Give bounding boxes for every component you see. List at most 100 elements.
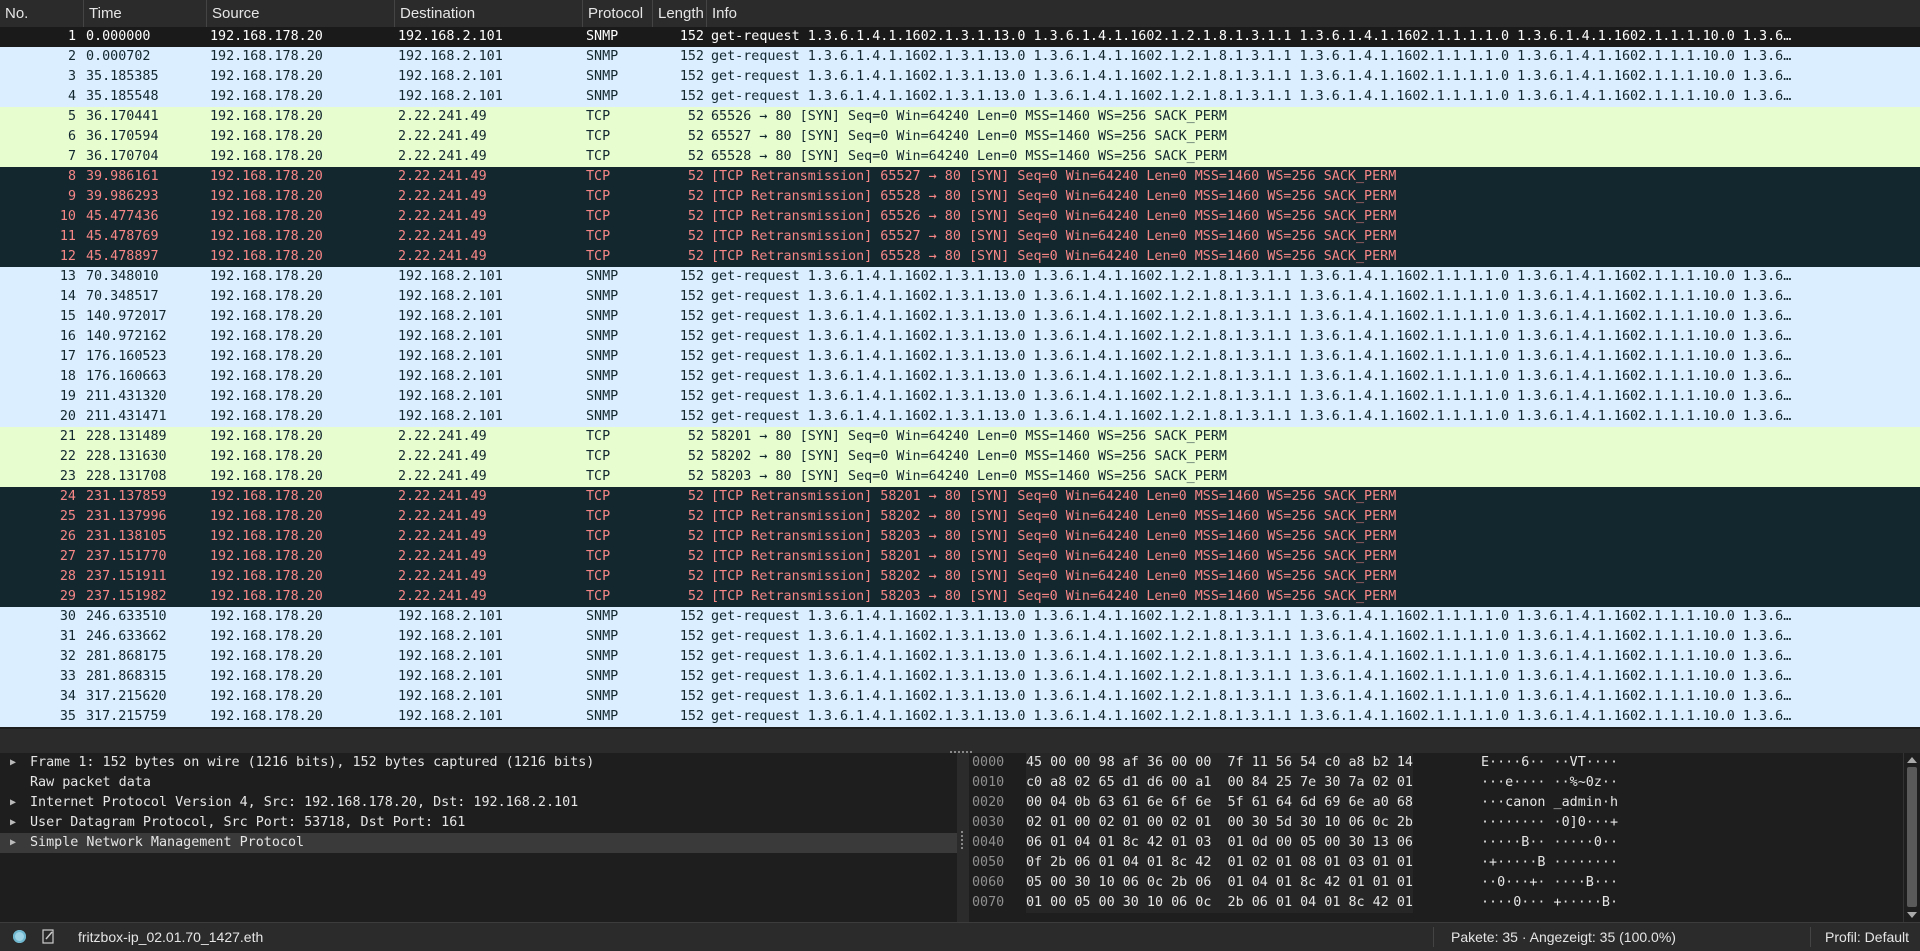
packet-row[interactable]: 20 211.431471 192.168.178.20 192.168.2.101 S…: [0, 407, 1920, 427]
packet-bytes-pane[interactable]: 0000 45 00 00 98 af 36 00 00 7f 11 56 54 …: [969, 753, 1903, 922]
packet-row[interactable]: 31 246.633662 192.168.178.20 192.168.2.101 S…: [0, 627, 1920, 647]
hex-line[interactable]: 0000 45 00 00 98 af 36 00 00 7f 11 56 54 …: [969, 753, 1903, 773]
hex-line[interactable]: 0060 05 00 30 10 06 0c 2b 06 01 04 01 8c …: [969, 873, 1903, 893]
detail-tree-item[interactable]: ▶ Frame 1: 152 bytes on wire (1216 bits),…: [0, 753, 957, 773]
packet-row[interactable]: 35 317.215759 192.168.178.20 192.168.2.101 S…: [0, 707, 1920, 727]
hex-bytes: 00 04 0b 63 61 6e 6f 6e 5f 61 64 6d 69 6…: [1026, 793, 1413, 813]
hex-line[interactable]: 0070 01 00 05 00 30 10 06 0c 2b 06 01 04 …: [969, 893, 1903, 913]
cell-info: get-request 1.3.6.1.4.1.1602.1.3.1.13.0 …: [711, 269, 1792, 284]
packet-row[interactable]: 5 36.170441 192.168.178.20 2.22.241.49 TCP 52…: [0, 107, 1920, 127]
detail-tree-item[interactable]: ▶ User Datagram Protocol, Src Port: 53718…: [0, 813, 957, 833]
column-header-destination[interactable]: Destination: [395, 0, 583, 27]
packet-row[interactable]: 28 237.151911 192.168.178.20 2.22.241.49 TCP…: [0, 567, 1920, 587]
pane-splitter-horizontal[interactable]: [0, 729, 1920, 753]
packet-row[interactable]: 19 211.431320 192.168.178.20 192.168.2.101 S…: [0, 387, 1920, 407]
packet-row[interactable]: 34 317.215620 192.168.178.20 192.168.2.101 S…: [0, 687, 1920, 707]
cell-no: 21: [59, 429, 76, 444]
scroll-up-arrow-icon[interactable]: [1907, 757, 1917, 763]
packet-row[interactable]: 29 237.151982 192.168.178.20 2.22.241.49 TCP…: [0, 587, 1920, 607]
cell-source: 192.168.178.20: [210, 609, 323, 624]
packet-row[interactable]: 14 70.348517 192.168.178.20 192.168.2.101 SN…: [0, 287, 1920, 307]
cell-time: 0.000702: [86, 49, 151, 64]
cell-protocol: TCP: [586, 549, 611, 564]
packet-row[interactable]: 32 281.868175 192.168.178.20 192.168.2.101 S…: [0, 647, 1920, 667]
expand-arrow-icon[interactable]: ▶: [10, 813, 20, 833]
expand-arrow-icon[interactable]: ▶: [10, 833, 20, 853]
hex-ascii: ········ ·0]0···+: [1481, 815, 1619, 830]
packet-row[interactable]: 27 237.151770 192.168.178.20 2.22.241.49 TCP…: [0, 547, 1920, 567]
scroll-down-arrow-icon[interactable]: [1907, 912, 1917, 918]
cell-time: 140.972017: [86, 309, 167, 324]
hex-line[interactable]: 0040 06 01 04 01 8c 42 01 03 01 0d 00 05 …: [969, 833, 1903, 853]
cell-length: 152: [679, 89, 704, 104]
packet-row[interactable]: 11 45.478769 192.168.178.20 2.22.241.49 TCP 5…: [0, 227, 1920, 247]
packet-list[interactable]: No. Time Source Destination Protocol Len…: [0, 0, 1920, 729]
status-divider: [1810, 927, 1811, 947]
hex-line[interactable]: 0010 c0 a8 02 65 d1 d6 00 a1 00 84 25 7e …: [969, 773, 1903, 793]
packet-row[interactable]: 25 231.137996 192.168.178.20 2.22.241.49 TCP…: [0, 507, 1920, 527]
cell-source: 192.168.178.20: [210, 289, 323, 304]
cell-info: [TCP Retransmission] 58201 → 80 [SYN] Se…: [711, 489, 1397, 504]
cell-protocol: TCP: [586, 209, 611, 224]
hex-line[interactable]: 0020 00 04 0b 63 61 6e 6f 6e 5f 61 64 6d …: [969, 793, 1903, 813]
packet-row[interactable]: 18 176.160663 192.168.178.20 192.168.2.101 S…: [0, 367, 1920, 387]
bytes-scrollbar[interactable]: [1903, 753, 1920, 922]
cell-length: 52: [687, 189, 704, 204]
cell-protocol: TCP: [586, 589, 611, 604]
capture-status-icon[interactable]: [13, 930, 26, 943]
cell-destination: 192.168.2.101: [398, 689, 503, 704]
packet-row[interactable]: 16 140.972162 192.168.178.20 192.168.2.101 S…: [0, 327, 1920, 347]
packet-row[interactable]: 4 35.185548 192.168.178.20 192.168.2.101 SNM…: [0, 87, 1920, 107]
packet-details-pane[interactable]: ▶ Frame 1: 152 bytes on wire (1216 bits),…: [0, 753, 957, 922]
column-header-length[interactable]: Length: [653, 0, 707, 27]
cell-protocol: SNMP: [586, 69, 619, 84]
hex-line[interactable]: 0050 0f 2b 06 01 04 01 8c 42 01 02 01 08 …: [969, 853, 1903, 873]
hex-offset: 0070: [972, 895, 1005, 910]
expand-arrow-icon[interactable]: ▶: [10, 753, 20, 773]
cell-time: 228.131708: [86, 469, 167, 484]
packet-row[interactable]: 7 36.170704 192.168.178.20 2.22.241.49 TCP 52…: [0, 147, 1920, 167]
expand-arrow-icon[interactable]: ▶: [10, 793, 20, 813]
column-header-protocol[interactable]: Protocol: [583, 0, 653, 27]
packet-row[interactable]: 9 39.986293 192.168.178.20 2.22.241.49 TCP 52…: [0, 187, 1920, 207]
packet-row[interactable]: 15 140.972017 192.168.178.20 192.168.2.101 S…: [0, 307, 1920, 327]
detail-tree-item[interactable]: Raw packet data: [0, 773, 957, 793]
cell-protocol: TCP: [586, 429, 611, 444]
column-header-source[interactable]: Source: [207, 0, 395, 27]
pane-splitter-vertical[interactable]: [957, 753, 969, 922]
cell-length: 152: [679, 409, 704, 424]
column-header-no[interactable]: No.: [0, 0, 84, 27]
column-header-info[interactable]: Info: [707, 0, 1920, 27]
packet-row[interactable]: 21 228.131489 192.168.178.20 2.22.241.49 TCP…: [0, 427, 1920, 447]
column-header-time[interactable]: Time: [84, 0, 207, 27]
packet-row[interactable]: 10 45.477436 192.168.178.20 2.22.241.49 TCP 5…: [0, 207, 1920, 227]
packet-row[interactable]: 26 231.138105 192.168.178.20 2.22.241.49 TCP…: [0, 527, 1920, 547]
packet-row[interactable]: 1 0.000000 192.168.178.20 192.168.2.101 SNMP…: [0, 27, 1920, 47]
packet-row[interactable]: 8 39.986161 192.168.178.20 2.22.241.49 TCP 52…: [0, 167, 1920, 187]
packet-row[interactable]: 3 35.185385 192.168.178.20 192.168.2.101 SNM…: [0, 67, 1920, 87]
cell-source: 192.168.178.20: [210, 589, 323, 604]
cell-time: 70.348517: [86, 289, 159, 304]
cell-no: 15: [59, 309, 76, 324]
comment-icon[interactable]: [42, 929, 55, 944]
packet-row[interactable]: 33 281.868315 192.168.178.20 192.168.2.101 S…: [0, 667, 1920, 687]
hex-line[interactable]: 0030 02 01 00 02 01 00 02 01 00 30 5d 30 …: [969, 813, 1903, 833]
packet-row[interactable]: 6 36.170594 192.168.178.20 2.22.241.49 TCP 52…: [0, 127, 1920, 147]
packet-row[interactable]: 30 246.633510 192.168.178.20 192.168.2.101 S…: [0, 607, 1920, 627]
packet-row[interactable]: 12 45.478897 192.168.178.20 2.22.241.49 TCP 5…: [0, 247, 1920, 267]
scrollbar-thumb[interactable]: [1907, 767, 1917, 907]
cell-protocol: SNMP: [586, 309, 619, 324]
cell-length: 152: [679, 609, 704, 624]
cell-no: 2: [67, 49, 76, 64]
packet-row[interactable]: 24 231.137859 192.168.178.20 2.22.241.49 TCP…: [0, 487, 1920, 507]
packet-row[interactable]: 13 70.348010 192.168.178.20 192.168.2.101 SN…: [0, 267, 1920, 287]
packet-row[interactable]: 2 0.000702 192.168.178.20 192.168.2.101 SNMP…: [0, 47, 1920, 67]
packet-row[interactable]: 23 228.131708 192.168.178.20 2.22.241.49 TCP…: [0, 467, 1920, 487]
detail-tree-item[interactable]: ▶ Internet Protocol Version 4, Src: 192.1…: [0, 793, 957, 813]
packet-row[interactable]: 22 228.131630 192.168.178.20 2.22.241.49 TCP…: [0, 447, 1920, 467]
detail-tree-item[interactable]: ▶ Simple Network Management Protocol: [0, 833, 957, 853]
packet-row[interactable]: 17 176.160523 192.168.178.20 192.168.2.101 S…: [0, 347, 1920, 367]
cell-length: 152: [679, 689, 704, 704]
profile-selector[interactable]: Profil: Default: [1825, 929, 1909, 945]
cell-protocol: TCP: [586, 509, 611, 524]
